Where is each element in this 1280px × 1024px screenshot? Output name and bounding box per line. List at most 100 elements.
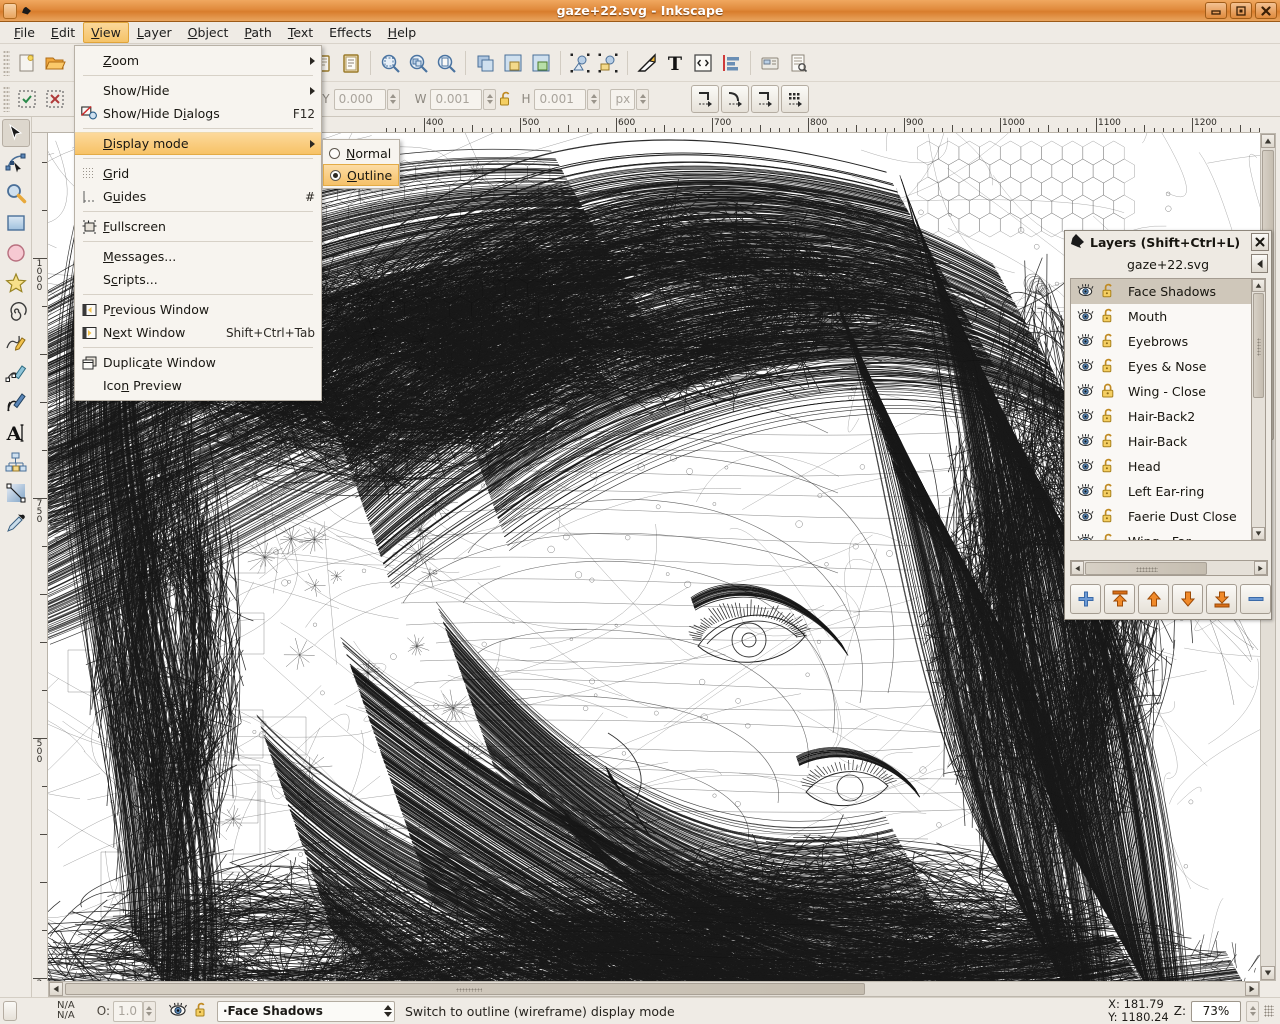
layer-visibility-eye-icon[interactable] <box>1076 383 1095 401</box>
toolbar-grip[interactable] <box>3 86 10 112</box>
style-indicator[interactable] <box>3 1001 17 1021</box>
zoom-stepper[interactable] <box>1246 1001 1259 1022</box>
h-stepper[interactable] <box>587 89 600 110</box>
layer-visibility-eye-icon[interactable] <box>1076 283 1095 301</box>
layer-row[interactable]: Head <box>1071 454 1252 479</box>
gradient-tool[interactable] <box>2 479 30 507</box>
layer-row[interactable]: Hair-Back2 <box>1071 404 1252 429</box>
menu-item-guides[interactable]: Guides # <box>75 185 321 208</box>
move-stroke-icon[interactable] <box>691 85 719 113</box>
object-properties-icon[interactable] <box>566 49 594 77</box>
zoom-selection-icon[interactable] <box>376 49 404 77</box>
select-all-icon[interactable] <box>13 85 41 113</box>
scroll-right-button[interactable] <box>1245 982 1259 996</box>
spiral-tool[interactable] <box>2 299 30 327</box>
text-tool-icon[interactable]: T <box>661 49 689 77</box>
scroll-left-button[interactable] <box>49 982 63 996</box>
layer-visibility-eye-icon[interactable] <box>1076 533 1095 542</box>
ungroup-icon[interactable] <box>527 49 555 77</box>
layer-row[interactable]: Hair-Back <box>1071 429 1252 454</box>
paste-icon[interactable] <box>337 49 365 77</box>
open-document-icon[interactable] <box>41 49 69 77</box>
menu-help[interactable]: Help <box>380 22 425 43</box>
layers-hscrollbar-thumb[interactable] <box>1085 562 1207 575</box>
document-properties-icon[interactable] <box>784 49 812 77</box>
opacity-stepper[interactable] <box>143 1001 156 1022</box>
layers-scroll-up-button[interactable] <box>1252 279 1265 292</box>
menu-item-duplicate-window[interactable]: Duplicate Window <box>75 351 321 374</box>
layer-visibility-eye-icon[interactable] <box>1076 508 1095 526</box>
menu-effects[interactable]: Effects <box>321 22 380 43</box>
layer-visibility-eye-icon[interactable] <box>1076 408 1095 426</box>
pen-tool[interactable] <box>2 389 30 417</box>
layer-dropdown-arrows[interactable] <box>384 1005 392 1017</box>
group-icon[interactable] <box>499 49 527 77</box>
menu-item-next-window[interactable]: Next Window Shift+Ctrl+Tab <box>75 321 321 344</box>
selector-tool[interactable] <box>2 119 30 147</box>
menu-item-display-mode[interactable]: Display mode <box>75 132 321 155</box>
scale-corners-icon[interactable] <box>721 85 749 113</box>
scroll-up-button[interactable] <box>1261 134 1275 148</box>
deselect-icon[interactable] <box>41 85 69 113</box>
menu-layer[interactable]: Layer <box>129 22 180 43</box>
lock-open-icon[interactable] <box>1101 407 1116 427</box>
menu-item-show-hide-dialogs[interactable]: Show/Hide Dialogs F12 <box>75 102 321 125</box>
submenu-item-normal[interactable]: Normal <box>323 142 399 164</box>
raise-layer-button[interactable] <box>1138 584 1169 614</box>
pencil-tool[interactable] <box>2 329 30 357</box>
vertical-ruler[interactable]: 1000750500250 <box>32 133 48 981</box>
text-tool[interactable]: A <box>2 419 30 447</box>
layers-scroll-left-button[interactable] <box>1071 561 1084 575</box>
layers-scroll-down-button[interactable] <box>1252 527 1265 540</box>
lock-open-icon[interactable] <box>1101 482 1116 502</box>
layer-row[interactable]: Eyebrows <box>1071 329 1252 354</box>
layer-row[interactable]: Wing - Far <box>1071 529 1252 541</box>
layer-row[interactable]: Eyes & Nose <box>1071 354 1252 379</box>
layers-scroll-right-button[interactable] <box>1254 561 1267 575</box>
new-layer-button[interactable] <box>1070 584 1101 614</box>
menu-object[interactable]: Object <box>180 22 237 43</box>
connector-tool[interactable] <box>2 449 30 477</box>
fill-stroke-icon[interactable] <box>594 49 622 77</box>
close-button[interactable] <box>1255 2 1277 19</box>
layer-row[interactable]: Mouth <box>1071 304 1252 329</box>
calligraphy-tool[interactable] <box>2 359 30 387</box>
zoom-page-icon[interactable] <box>432 49 460 77</box>
layers-list[interactable]: Face ShadowsMouthEyebrowsEyes & Nose Wing… <box>1070 278 1253 541</box>
lock-open-icon[interactable] <box>1101 332 1116 352</box>
layers-dialog-close-button[interactable] <box>1251 233 1269 251</box>
toolbar-grip[interactable] <box>3 50 10 76</box>
menu-item-icon-preview[interactable]: Icon Preview <box>75 374 321 397</box>
layer-row[interactable]: Face Shadows <box>1071 279 1252 304</box>
lock-open-icon[interactable] <box>1101 507 1116 527</box>
lock-open-icon[interactable] <box>496 85 516 113</box>
menu-item-messages[interactable]: Messages... <box>75 245 321 268</box>
unit-stepper[interactable] <box>636 89 649 110</box>
canvas-horizontal-scrollbar[interactable] <box>48 981 1260 997</box>
layer-row[interactable]: Faerie Dust Close <box>1071 504 1252 529</box>
rectangle-tool[interactable] <box>2 209 30 237</box>
menu-item-show-hide[interactable]: Show/Hide <box>75 79 321 102</box>
new-document-icon[interactable] <box>13 49 41 77</box>
menu-edit[interactable]: Edit <box>43 22 83 43</box>
zoom-tool[interactable] <box>2 179 30 207</box>
submenu-item-outline[interactable]: Outline <box>323 164 399 186</box>
lock-open-icon[interactable] <box>1101 432 1116 452</box>
maximize-button[interactable] <box>1230 2 1252 19</box>
resize-grip[interactable] <box>1264 1005 1274 1017</box>
layer-visibility-eye-icon[interactable] <box>1076 358 1095 376</box>
w-stepper[interactable] <box>483 89 496 110</box>
collapse-panel-button[interactable] <box>1251 254 1268 273</box>
lock-closed-icon[interactable] <box>1101 382 1116 402</box>
w-input[interactable]: 0.001 <box>430 89 482 110</box>
layer-selector[interactable]: ·Face Shadows <box>217 1001 395 1022</box>
zoom-drawing-icon[interactable] <box>404 49 432 77</box>
move-pattern-icon[interactable] <box>781 85 809 113</box>
unit-select[interactable]: px <box>610 89 635 110</box>
delete-layer-button[interactable] <box>1240 584 1271 614</box>
lock-open-icon[interactable] <box>1101 282 1116 302</box>
layer-row[interactable]: Left Ear-ring <box>1071 479 1252 504</box>
minimize-button[interactable] <box>1205 2 1227 19</box>
star-tool[interactable] <box>2 269 30 297</box>
layers-horizontal-scrollbar[interactable] <box>1070 560 1268 576</box>
